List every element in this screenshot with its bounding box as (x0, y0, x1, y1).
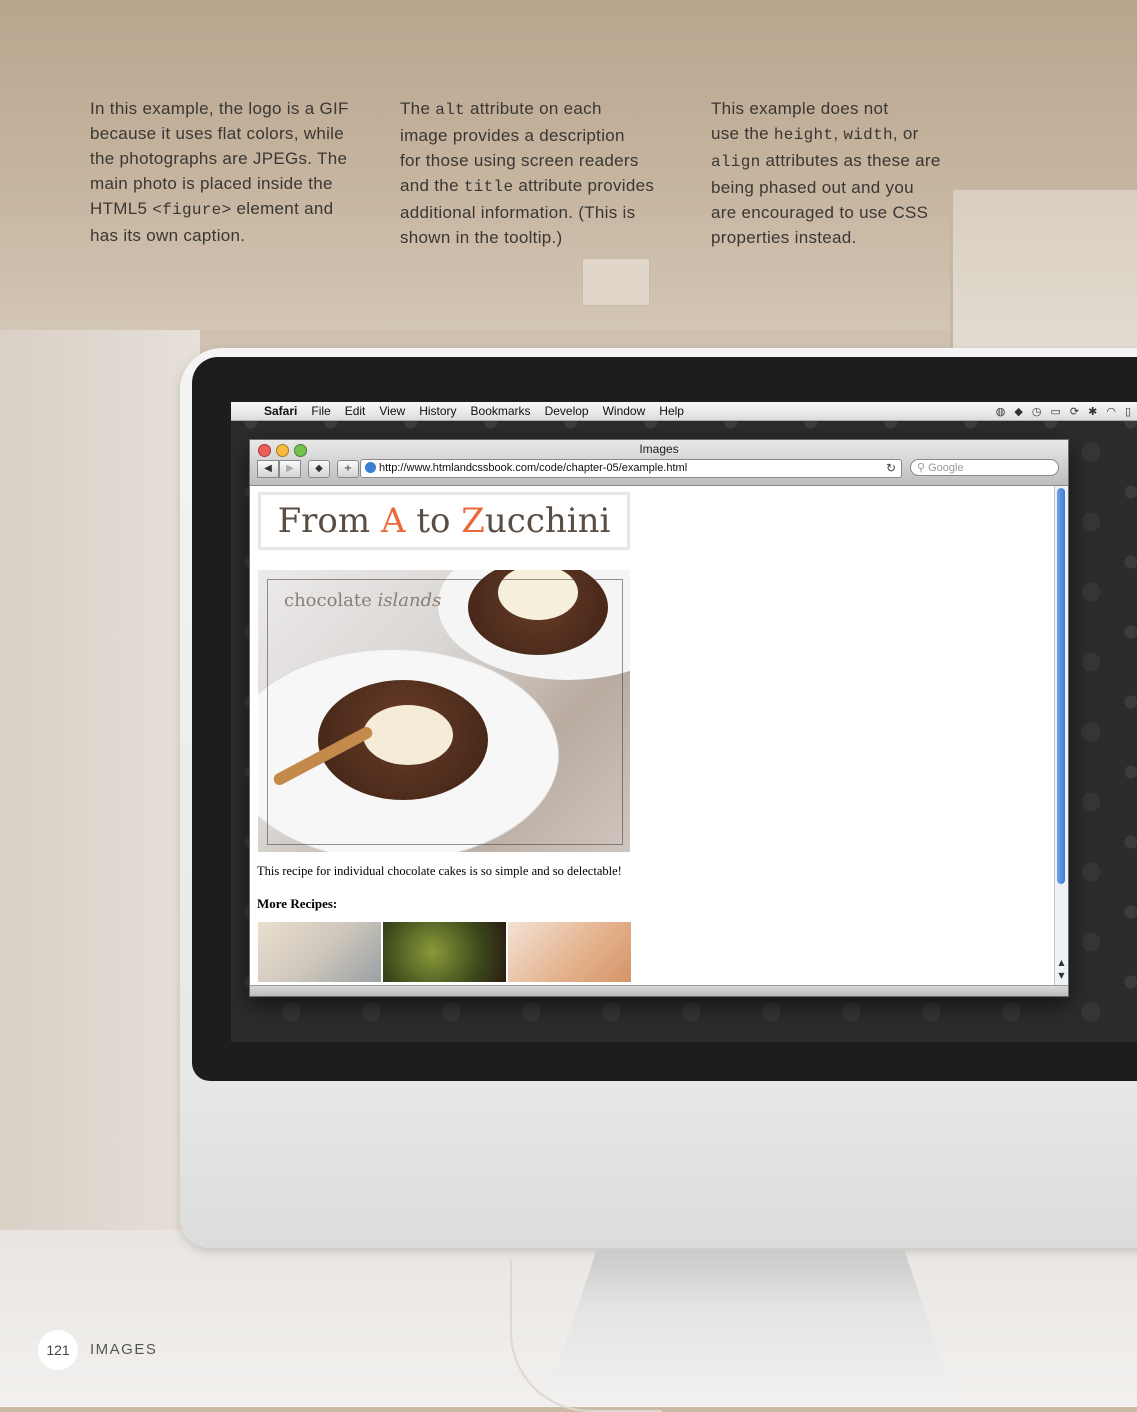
menu-safari[interactable]: Safari (257, 404, 304, 418)
photo-label: chocolate islands (284, 590, 442, 611)
battery-icon[interactable]: ▯ (1125, 405, 1131, 418)
display-icon[interactable]: ▭ (1050, 405, 1060, 418)
recipe-thumbnails (258, 922, 631, 982)
code-title: title (463, 178, 514, 196)
apple-logo-icon (722, 1128, 786, 1204)
code-height: height (773, 126, 834, 144)
caption-text: and the (400, 176, 464, 195)
caption-line: HTML5 (90, 199, 153, 218)
imac-stand (548, 1250, 953, 1395)
main-figure-photo: chocolate islands (258, 570, 630, 852)
code-align: align (711, 153, 761, 171)
url-text: http://www.htmlandcssbook.com/code/chapt… (379, 462, 688, 474)
web-content: From A to Zucchini chocolate islands Thi… (250, 486, 1055, 986)
caption-deprecated-attributes: This example does not use the height, wi… (711, 96, 981, 250)
scroll-down-icon[interactable]: ▼ (1055, 971, 1068, 983)
caption-text: additional information. (This is (400, 203, 636, 222)
logo-text: From (277, 501, 381, 541)
navigation-buttons: ◀ ▶ ◆ + (257, 460, 359, 478)
caption-text: , or (892, 124, 919, 143)
window-title: Images (639, 442, 679, 456)
caption-line: because it uses flat colors, while (90, 124, 344, 143)
caption-text: attributes as these are (760, 151, 941, 170)
search-field[interactable]: ⚲ Google (910, 459, 1059, 476)
globe-status-icon[interactable]: ◍ (996, 405, 1006, 418)
evernote-button[interactable]: ◆ (308, 460, 330, 478)
wall-background (0, 330, 200, 1230)
caption-line: has its own caption. (90, 226, 246, 245)
caption-text: This example does not (711, 99, 889, 118)
mac-menubar: Safari File Edit View History Bookmarks … (231, 402, 1137, 421)
section-title: IMAGES (90, 1341, 158, 1358)
forward-button[interactable]: ▶ (279, 460, 301, 478)
add-bookmark-button[interactable]: + (337, 460, 359, 478)
sync-icon[interactable]: ⟳ (1070, 405, 1079, 418)
logo-accent: Z (461, 501, 485, 541)
caption-text: properties instead. (711, 228, 857, 247)
caption-line: main photo is placed inside the (90, 174, 333, 193)
menu-view[interactable]: View (372, 404, 412, 418)
recipe-thumbnail[interactable] (508, 922, 631, 982)
air-vent (582, 258, 650, 306)
caption-text: attribute provides (513, 176, 655, 195)
caption-text: , (833, 124, 844, 143)
caption-text: shown in the tooltip.) (400, 228, 563, 247)
globe-icon (365, 462, 376, 473)
menubar-status-icons: ◍ ◆ ◷ ▭ ⟳ ✱ ◠ ▯ (996, 402, 1137, 420)
recipe-thumbnail[interactable] (383, 922, 506, 982)
caption-text: image provides a description (400, 126, 625, 145)
scroll-up-icon[interactable]: ▲ (1055, 958, 1068, 970)
caption-line: element and (231, 199, 334, 218)
menu-window[interactable]: Window (596, 404, 653, 418)
safari-toolbar: Images ◀ ▶ ◆ + http://www.htmlandcssbook… (250, 440, 1068, 486)
menu-edit[interactable]: Edit (338, 404, 373, 418)
caption-text: for those using screen readers (400, 151, 639, 170)
logo-accent: A (380, 501, 406, 541)
address-bar[interactable]: http://www.htmlandcssbook.com/code/chapt… (360, 459, 902, 478)
reload-icon[interactable]: ↻ (886, 460, 896, 477)
vertical-scrollbar[interactable]: ▲ ▼ (1054, 486, 1068, 986)
safari-window: Images ◀ ▶ ◆ + http://www.htmlandcssbook… (249, 439, 1069, 997)
search-icon: ⚲ (917, 462, 929, 474)
bluetooth-icon[interactable]: ✱ (1088, 405, 1097, 418)
back-button[interactable]: ◀ (257, 460, 279, 478)
menu-help[interactable]: Help (652, 404, 691, 418)
code-alt: alt (435, 101, 465, 119)
menu-file[interactable]: File (304, 404, 337, 418)
site-logo: From A to Zucchini (258, 492, 630, 550)
page-number: 121 (38, 1330, 78, 1370)
desktop-screen: Safari File Edit View History Bookmarks … (231, 402, 1137, 1042)
more-recipes-heading: More Recipes: (257, 896, 338, 911)
code-width: width (843, 126, 893, 144)
recipe-thumbnail[interactable] (258, 922, 381, 982)
caption-logo-format: In this example, the logo is a GIF becau… (90, 96, 360, 248)
status-bar (250, 985, 1068, 996)
caption-text: use the (711, 124, 774, 143)
code-figure: <figure> (152, 201, 232, 219)
photo-frame (267, 579, 623, 845)
caption-alt-attribute: The alt attribute on each image provides… (400, 96, 670, 250)
menu-bookmarks[interactable]: Bookmarks (464, 404, 538, 418)
caption-line: the photographs are JPEGs. The (90, 149, 348, 168)
time-machine-icon[interactable]: ◷ (1032, 405, 1042, 418)
caption-line: In this example, the logo is a GIF (90, 99, 349, 118)
logo-text: ucchini (484, 501, 611, 541)
logo-text: to (405, 501, 462, 541)
caption-text: The (400, 99, 436, 118)
search-placeholder: Google (928, 462, 964, 474)
caption-text: being phased out and you (711, 178, 914, 197)
evernote-status-icon[interactable]: ◆ (1014, 405, 1022, 418)
caption-text: are encouraged to use CSS (711, 203, 929, 222)
caption-text: attribute on each (464, 99, 602, 118)
figure-caption: This recipe for individual chocolate cak… (257, 864, 622, 878)
menu-develop[interactable]: Develop (538, 404, 596, 418)
menu-history[interactable]: History (412, 404, 463, 418)
scrollbar-thumb[interactable] (1057, 488, 1065, 884)
wifi-icon[interactable]: ◠ (1106, 405, 1116, 418)
